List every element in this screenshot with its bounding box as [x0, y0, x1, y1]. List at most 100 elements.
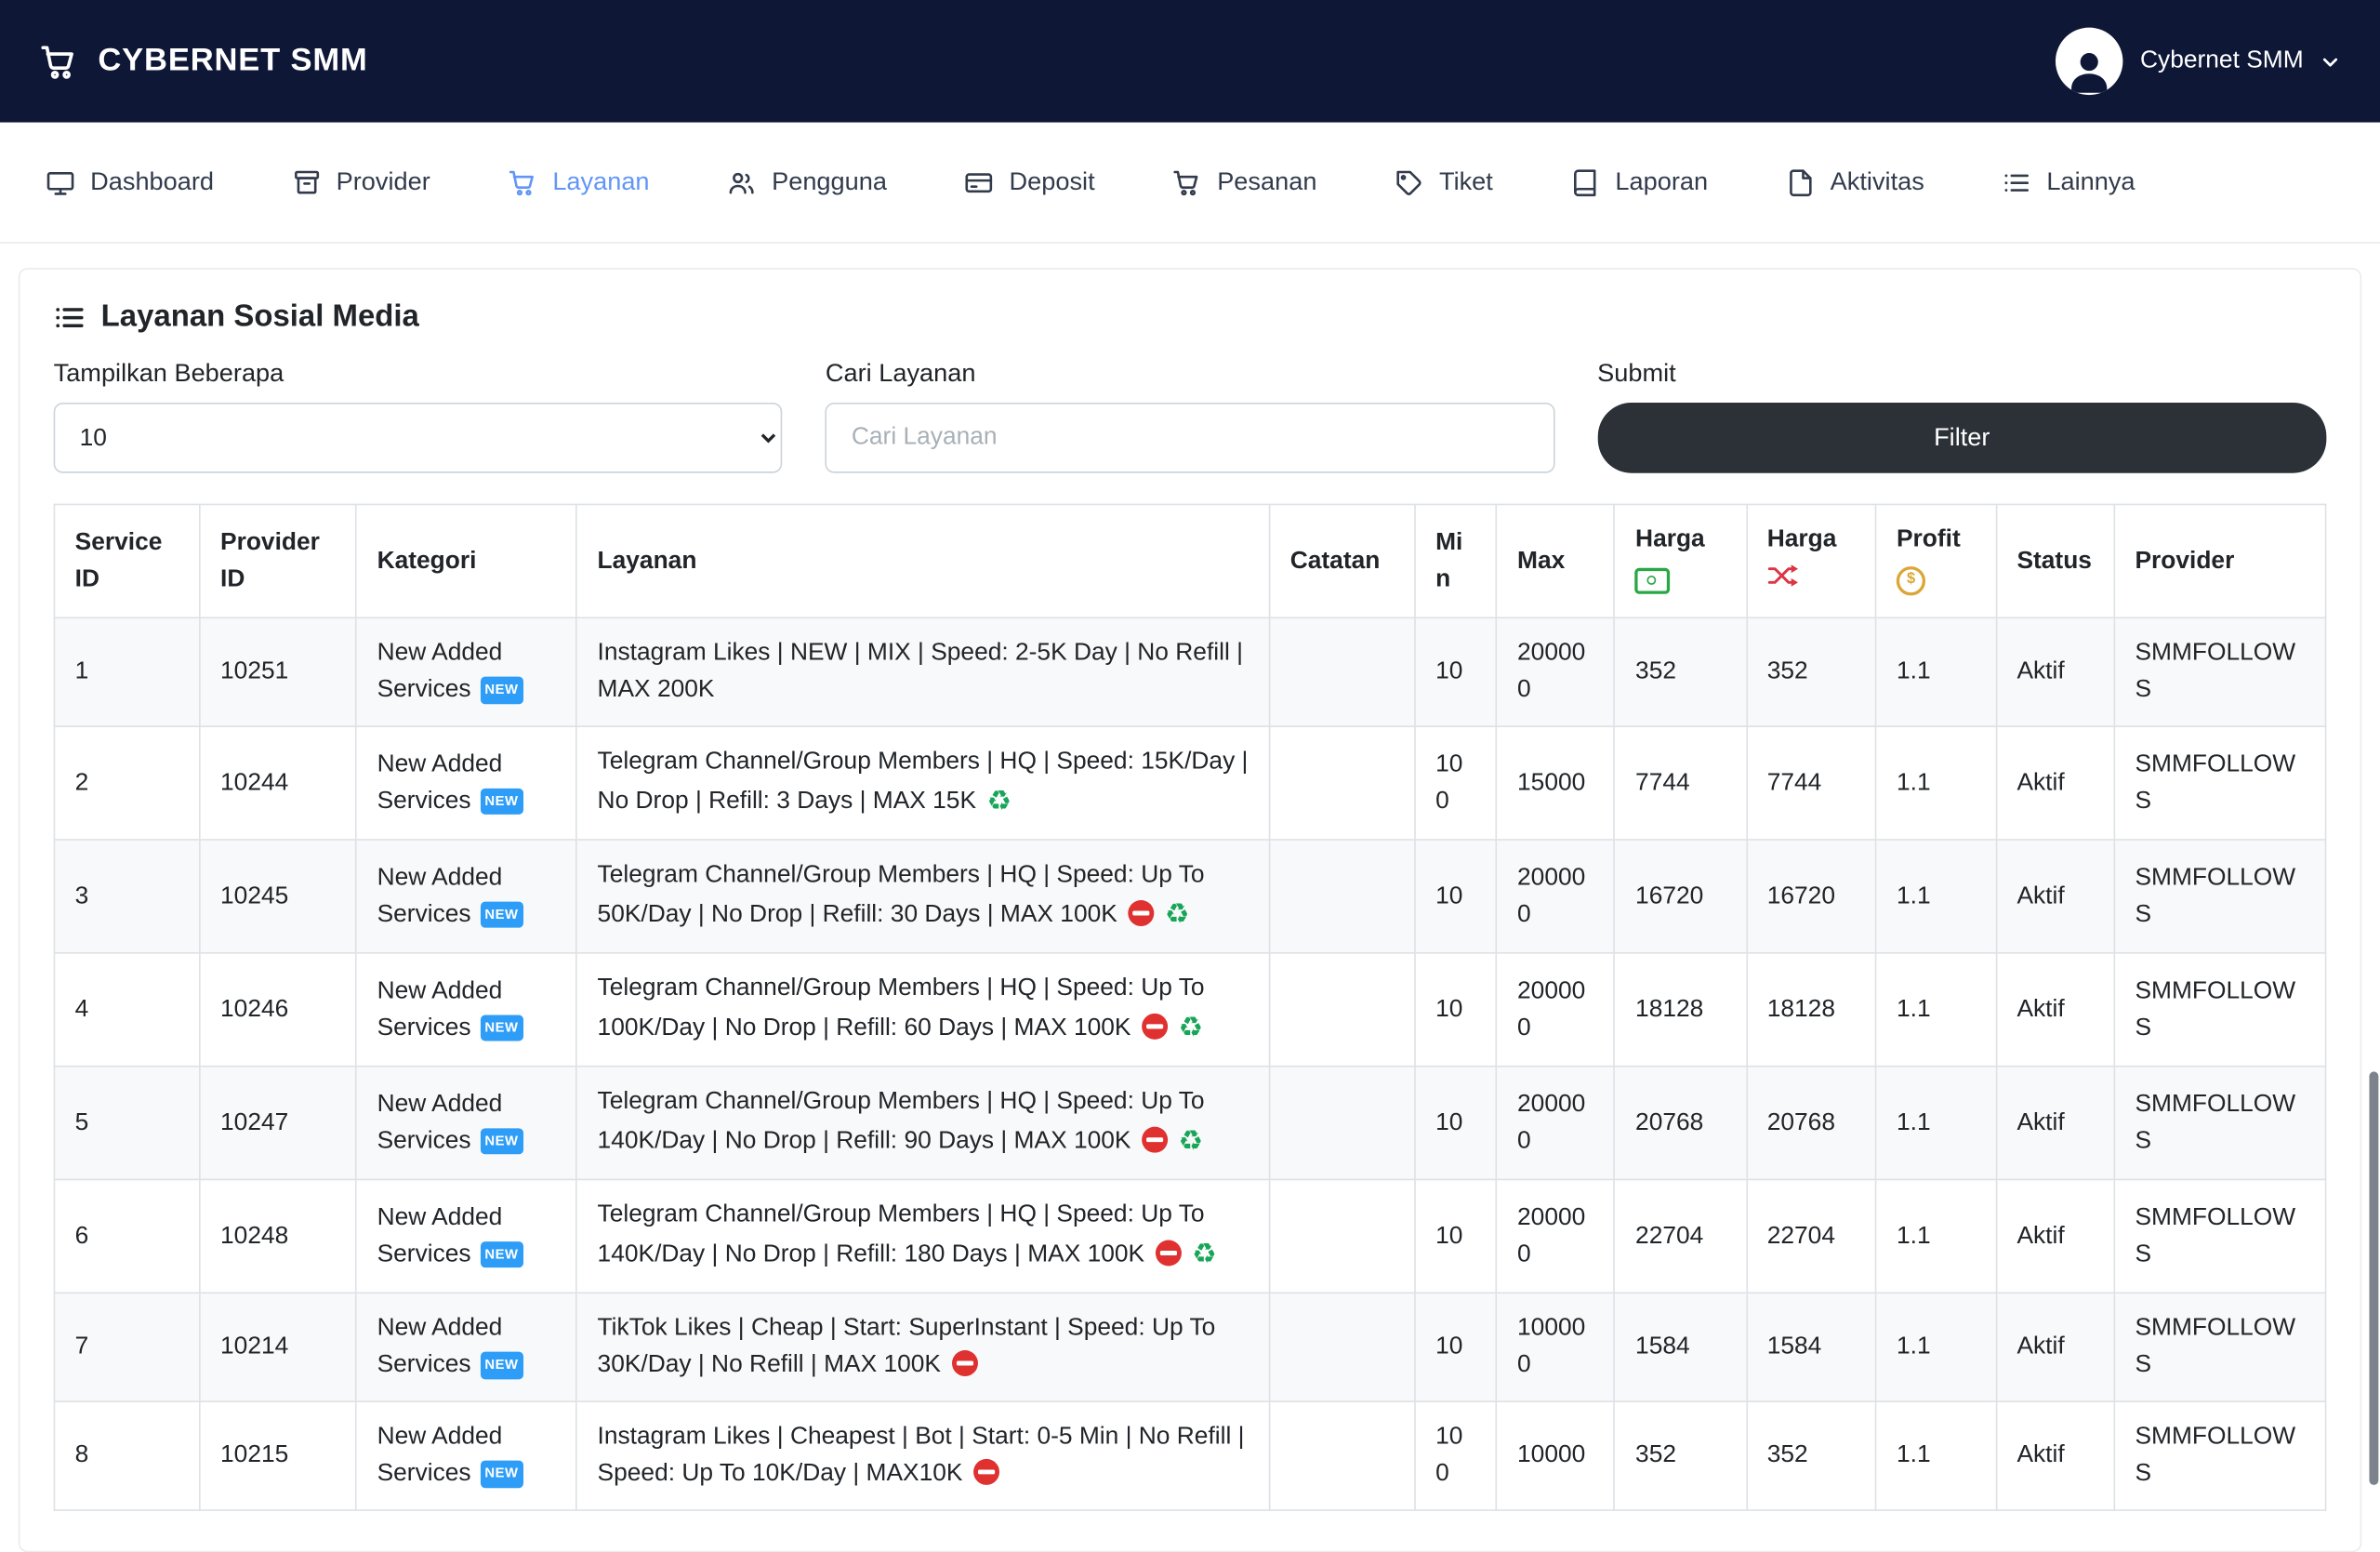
- cell-catatan: [1268, 1065, 1416, 1181]
- cell-layanan: Telegram Channel/Group Members | HQ | Sp…: [575, 725, 1271, 841]
- cell-harga-beli: 352: [1613, 617, 1748, 727]
- table-row: 6 10248 New Added Services NEW Telegram Chan…: [53, 1178, 2327, 1294]
- brand: CYBERNET SMM: [40, 42, 368, 80]
- cell-harga-jual: 18128: [1745, 951, 1877, 1068]
- nav-item-tiket[interactable]: Tiket: [1395, 167, 1493, 196]
- vertical-scrollbar-thumb[interactable]: [2369, 1071, 2379, 1485]
- cell-provider-id: 10245: [198, 839, 358, 954]
- no-entry-icon: [1128, 900, 1155, 927]
- nav-item-aktivitas[interactable]: Aktivitas: [1786, 167, 1924, 196]
- col-service-id: Service ID: [53, 503, 201, 619]
- table-row: 8 10215 New Added Services NEW Instagram Lik…: [53, 1400, 2327, 1511]
- cell-provider: SMMFOLLOWS: [2113, 1400, 2327, 1511]
- cell-kategori: New Added Services NEW: [355, 1178, 578, 1294]
- cell-catatan: [1268, 1400, 1416, 1511]
- recycle-icon: ♻: [1178, 1125, 1204, 1158]
- cell-kategori: New Added Services NEW: [355, 951, 578, 1068]
- new-badge-icon: NEW: [480, 900, 523, 928]
- cart-icon: [1172, 167, 1201, 196]
- no-entry-icon: [1155, 1240, 1182, 1267]
- cell-harga-jual: 22704: [1745, 1178, 1877, 1294]
- cell-provider-id: 10247: [198, 1065, 358, 1181]
- nav-item-dashboard[interactable]: Dashboard: [46, 167, 214, 196]
- cell-catatan: [1268, 617, 1416, 727]
- cell-profit: 1.1: [1874, 1065, 1998, 1181]
- shuffle-icon: [1767, 564, 1798, 587]
- new-badge-icon: NEW: [480, 788, 523, 815]
- cell-harga-beli: 352: [1613, 1400, 1748, 1511]
- nav-item-lainnya[interactable]: Lainnya: [2003, 167, 2135, 196]
- nav-item-layanan[interactable]: Layanan: [509, 167, 650, 196]
- cell-max: 100000: [1495, 1292, 1616, 1403]
- filter-button[interactable]: Filter: [1597, 402, 2327, 473]
- cell-kategori: New Added Services NEW: [355, 725, 578, 841]
- cell-layanan: Instagram Likes | NEW | MIX | Speed: 2-5…: [575, 617, 1271, 727]
- cell-status: Aktif: [1995, 725, 2116, 841]
- cell-status: Aktif: [1995, 617, 2116, 727]
- nav-item-deposit[interactable]: Deposit: [965, 167, 1095, 196]
- cell-status: Aktif: [1995, 1400, 2116, 1511]
- nav-item-pesanan[interactable]: Pesanan: [1172, 167, 1316, 196]
- cell-harga-beli: 18128: [1613, 951, 1748, 1068]
- user-menu[interactable]: Cybernet SMM: [2056, 27, 2340, 96]
- recycle-icon: ♻: [986, 785, 1012, 818]
- cell-service-id: 8: [53, 1400, 201, 1511]
- cell-harga-beli: 1584: [1613, 1292, 1748, 1403]
- users-icon: [727, 167, 756, 196]
- cell-profit: 1.1: [1874, 1400, 1998, 1511]
- col-harga-jual: Harga: [1745, 503, 1877, 619]
- cell-max: 200000: [1495, 1178, 1616, 1294]
- search-input[interactable]: [825, 402, 1555, 473]
- tag-icon: [1395, 167, 1423, 196]
- cell-max: 15000: [1495, 725, 1616, 841]
- cell-layanan: Telegram Channel/Group Members | HQ | Sp…: [575, 951, 1271, 1068]
- no-entry-icon: [1142, 1126, 1168, 1153]
- cell-provider: SMMFOLLOWS: [2113, 617, 2327, 727]
- list-icon: [2003, 167, 2031, 196]
- cell-layanan: Instagram Likes | Cheapest | Bot | Start…: [575, 1400, 1271, 1511]
- cell-min: 100: [1414, 1400, 1498, 1511]
- cell-harga-jual: 352: [1745, 1400, 1877, 1511]
- cell-service-id: 4: [53, 951, 201, 1068]
- cell-layanan: TikTok Likes | Cheap | Start: SuperInsta…: [575, 1292, 1271, 1403]
- new-badge-icon: NEW: [480, 1127, 523, 1155]
- table-body: 1 10251 New Added Services NEW Instagram Lik…: [53, 617, 2327, 1511]
- cell-provider: SMMFOLLOWS: [2113, 1065, 2327, 1181]
- cell-provider: SMMFOLLOWS: [2113, 839, 2327, 954]
- table-row: 4 10246 New Added Services NEW Telegram Chan…: [53, 951, 2327, 1068]
- show-entries-control: Tampilkan Beberapa 10: [53, 360, 783, 473]
- cell-min: 10: [1414, 1065, 1498, 1181]
- nav-label: Layanan: [552, 167, 650, 195]
- cell-catatan: [1268, 839, 1416, 954]
- list-icon: [54, 301, 86, 334]
- col-provider-id: Provider ID: [198, 503, 358, 619]
- page-title-text: Layanan Sosial Media: [100, 299, 419, 334]
- filter-controls: Tampilkan Beberapa 10 Cari Layanan Submi…: [53, 359, 2327, 473]
- application-window: CYBERNET SMM Cybernet SMM Dashboard Prov…: [0, 0, 2380, 1552]
- col-status: Status: [1995, 503, 2116, 619]
- cell-harga-beli: 16720: [1613, 839, 1748, 954]
- submit-label: Submit: [1597, 359, 1676, 388]
- nav-item-pengguna[interactable]: Pengguna: [727, 167, 887, 196]
- nav-label: Laporan: [1615, 167, 1709, 195]
- user-name: Cybernet SMM: [2140, 47, 2304, 74]
- cell-kategori: New Added Services NEW: [355, 839, 578, 954]
- cell-service-id: 5: [53, 1065, 201, 1181]
- cell-kategori: New Added Services NEW: [355, 1065, 578, 1181]
- cell-profit: 1.1: [1874, 725, 1998, 841]
- cell-status: Aktif: [1995, 951, 2116, 1068]
- cell-service-id: 7: [53, 1292, 201, 1403]
- table-row: 7 10214 New Added Services NEW TikTok Likes …: [53, 1292, 2327, 1403]
- cell-max: 200000: [1495, 1065, 1616, 1181]
- nav-item-provider[interactable]: Provider: [292, 167, 430, 196]
- cell-provider-id: 10248: [198, 1178, 358, 1294]
- cell-provider: SMMFOLLOWS: [2113, 725, 2327, 841]
- cell-harga-jual: 7744: [1745, 725, 1877, 841]
- show-entries-select[interactable]: 10: [53, 402, 783, 473]
- cell-status: Aktif: [1995, 1292, 2116, 1403]
- services-card: Layanan Sosial Media Tampilkan Beberapa …: [18, 268, 2362, 1552]
- cell-catatan: [1268, 1292, 1416, 1403]
- nav-item-laporan[interactable]: Laporan: [1571, 167, 1708, 196]
- recycle-icon: ♻: [1178, 1012, 1204, 1044]
- cell-min: 10: [1414, 617, 1498, 727]
